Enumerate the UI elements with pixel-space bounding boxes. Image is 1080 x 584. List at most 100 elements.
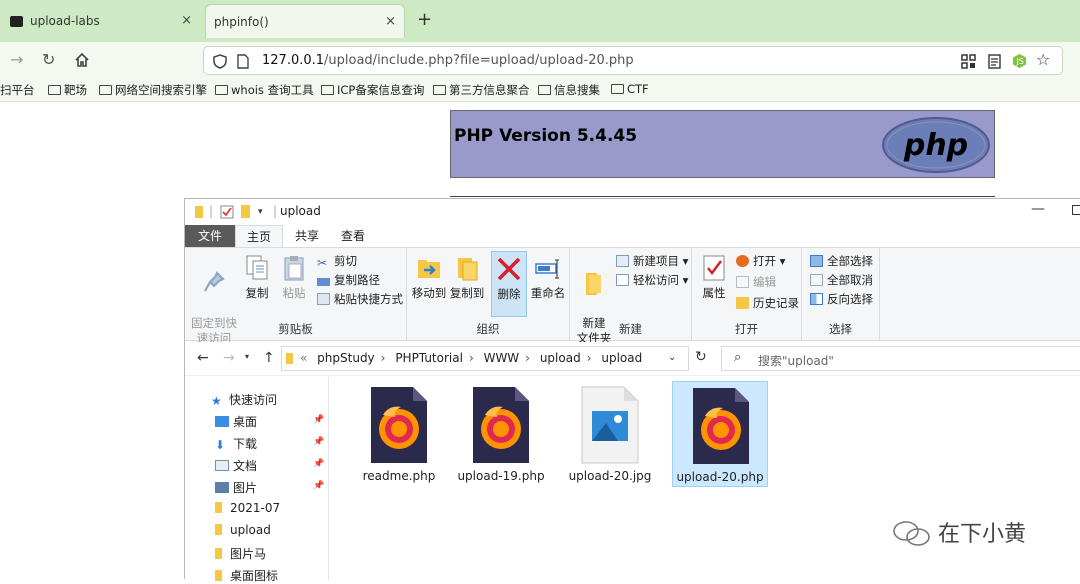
- maximize-button[interactable]: [1072, 205, 1080, 215]
- bookmark-item[interactable]: 第三方信息聚合: [433, 82, 530, 98]
- new-item-button[interactable]: 新建项目 ▾: [616, 254, 688, 269]
- nav-item-pictures[interactable]: 图片: [215, 479, 257, 496]
- cut-button[interactable]: ✂ 剪切: [317, 254, 357, 270]
- file-item-selected[interactable]: upload-20.php: [672, 381, 768, 487]
- new-folder-icon: [586, 273, 601, 295]
- nav-item-downloads[interactable]: ⬇ 下载: [215, 435, 257, 452]
- pin-icon[interactable]: 📌: [313, 481, 324, 491]
- delete-button[interactable]: 删除: [491, 251, 527, 317]
- refresh-icon[interactable]: ↻: [695, 349, 707, 365]
- bookmark-item[interactable]: 靶场: [48, 82, 87, 98]
- watermark-text: 在下小黄: [938, 522, 1027, 547]
- rename-button[interactable]: 重命名: [529, 254, 567, 301]
- nav-item-image-horse[interactable]: 图片马: [215, 545, 266, 562]
- tab-file[interactable]: 文件: [185, 225, 235, 247]
- qr-code-icon[interactable]: [961, 54, 976, 69]
- open-group: 属性 打开 ▾ 编辑 历史记录 打开: [692, 248, 802, 340]
- invert-selection-button[interactable]: 反向选择: [810, 292, 873, 307]
- bookmark-item[interactable]: 扫平台: [0, 82, 35, 98]
- breadcrumb-separator[interactable]: ›: [381, 351, 386, 365]
- open-button[interactable]: 打开 ▾: [736, 254, 785, 269]
- select-all-button[interactable]: 全部选择: [810, 254, 873, 269]
- tab-upload-labs[interactable]: upload-labs ×: [0, 4, 200, 38]
- properties-quick-icon[interactable]: [220, 205, 234, 219]
- paste-button[interactable]: 粘贴: [279, 254, 309, 301]
- tab-home[interactable]: 主页: [235, 225, 283, 247]
- easy-access-button[interactable]: 轻松访问 ▾: [616, 273, 688, 288]
- bookmark-item[interactable]: 网络空间搜索引擎: [99, 82, 207, 98]
- breadcrumb-item[interactable]: WWW: [484, 351, 520, 365]
- pin-icon[interactable]: 📌: [313, 459, 324, 469]
- wechat-icon: [893, 521, 930, 546]
- forward-arrow-icon[interactable]: →: [10, 50, 23, 69]
- search-input[interactable]: ⌕ 搜索"upload": [721, 346, 1080, 371]
- breadcrumb-overflow[interactable]: «: [300, 351, 307, 365]
- nav-item-desktop[interactable]: 桌面: [215, 413, 257, 430]
- breadcrumb-item[interactable]: PHPTutorial: [395, 351, 463, 365]
- select-none-button[interactable]: 全部取消: [810, 273, 873, 288]
- nav-label: 2021-07: [230, 501, 281, 515]
- recent-locations-icon[interactable]: ▾: [245, 352, 249, 361]
- reader-view-icon[interactable]: [988, 54, 1001, 69]
- url-text[interactable]: 127.0.0.1/upload/include.php?file=upload…: [262, 53, 634, 68]
- reload-icon[interactable]: ↻: [42, 50, 55, 69]
- breadcrumb-separator[interactable]: ›: [525, 351, 530, 365]
- tab-phpinfo[interactable]: phpinfo() ×: [205, 4, 405, 38]
- history-icon: [736, 297, 749, 309]
- bookmark-item[interactable]: ICP备案信息查询: [321, 82, 424, 98]
- home-icon[interactable]: [74, 52, 90, 68]
- nav-label: 文档: [233, 459, 258, 473]
- select-none-icon: [810, 274, 823, 286]
- pin-icon[interactable]: 📌: [313, 437, 324, 447]
- up-arrow-icon[interactable]: ↑: [263, 350, 275, 366]
- php-version-title: PHP Version 5.4.45: [454, 126, 638, 146]
- nav-item-desktop-icons[interactable]: 桌面图标: [215, 567, 278, 584]
- tab-view[interactable]: 查看: [331, 225, 375, 247]
- forward-arrow-icon[interactable]: →: [223, 350, 235, 366]
- breadcrumb-item[interactable]: upload: [601, 351, 642, 365]
- new-folder-quick-icon[interactable]: [241, 205, 250, 218]
- new-tab-button[interactable]: +: [417, 9, 432, 30]
- nav-label: 快速访问: [229, 393, 278, 407]
- breadcrumb-separator[interactable]: ›: [469, 351, 474, 365]
- nav-item-2021-07[interactable]: 2021-07: [215, 501, 280, 515]
- file-item[interactable]: upload-20.jpg: [562, 381, 658, 487]
- copy-path-button[interactable]: 复制路径: [317, 273, 380, 288]
- tab-share[interactable]: 共享: [285, 225, 329, 247]
- new-item-label: 新建项目: [633, 254, 679, 268]
- customize-toolbar-icon[interactable]: ▾: [258, 207, 263, 217]
- breadcrumb-item[interactable]: phpStudy: [317, 351, 375, 365]
- bookmark-item[interactable]: whois 查询工具: [215, 82, 314, 98]
- shield-icon[interactable]: [213, 54, 227, 69]
- properties-button[interactable]: 属性: [698, 254, 730, 301]
- history-label: 历史记录: [753, 296, 799, 310]
- page-info-icon[interactable]: [237, 54, 249, 69]
- move-to-button[interactable]: 移动到: [411, 254, 447, 301]
- explorer-address-bar[interactable]: « phpStudy › PHPTutorial › WWW › upload › up…: [281, 346, 689, 371]
- close-tab-icon[interactable]: ×: [385, 14, 396, 29]
- nav-item-quick-access[interactable]: ★ 快速访问: [211, 391, 277, 408]
- paste-icon: [284, 256, 304, 281]
- copy-button[interactable]: 复制: [243, 254, 271, 301]
- extension-icon[interactable]: JS: [1012, 53, 1027, 69]
- star-bookmark-icon[interactable]: ☆: [1036, 50, 1050, 69]
- breadcrumb-separator[interactable]: ›: [587, 351, 592, 365]
- bookmark-item[interactable]: 信息搜集: [538, 82, 600, 98]
- nav-item-documents[interactable]: 文档: [215, 457, 257, 474]
- file-item[interactable]: readme.php: [351, 381, 447, 487]
- file-item[interactable]: upload-19.php: [453, 381, 549, 487]
- back-arrow-icon[interactable]: ←: [197, 350, 209, 366]
- history-button[interactable]: 历史记录: [736, 296, 799, 311]
- address-bar[interactable]: 127.0.0.1/upload/include.php?file=upload…: [203, 46, 1063, 75]
- edit-button[interactable]: 编辑: [736, 275, 776, 290]
- close-tab-icon[interactable]: ×: [181, 13, 192, 28]
- chevron-down-icon[interactable]: ⌄: [668, 352, 676, 363]
- pin-icon[interactable]: 📌: [313, 415, 324, 425]
- paste-shortcut-button[interactable]: 粘贴快捷方式: [317, 292, 403, 307]
- bookmark-item[interactable]: CTF: [611, 82, 649, 96]
- easy-access-label: 轻松访问: [633, 273, 679, 287]
- copy-to-button[interactable]: 复制到: [449, 254, 485, 301]
- breadcrumb-item[interactable]: upload: [540, 351, 581, 365]
- minimize-button[interactable]: —: [1031, 201, 1045, 217]
- nav-item-upload[interactable]: upload: [215, 523, 271, 537]
